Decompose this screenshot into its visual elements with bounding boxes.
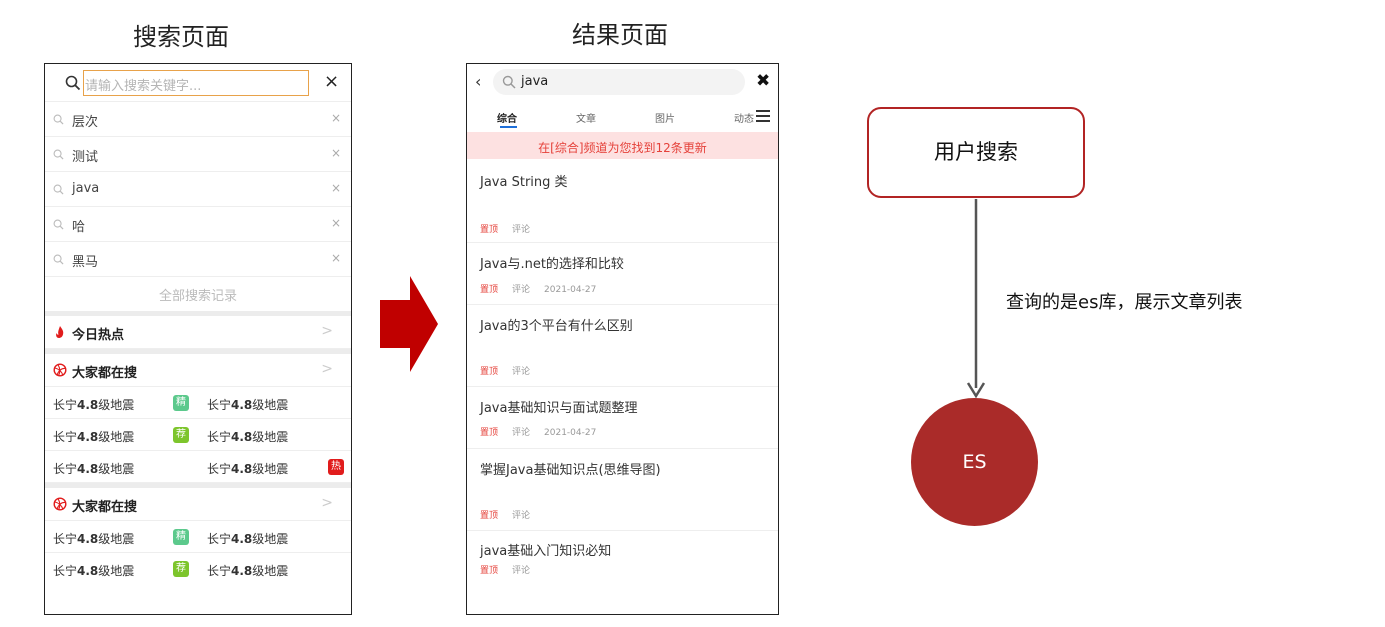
search-page-mockup: 请输入搜索关键字... × 层次 × 测试 × java × 哈 × 黑马 × (44, 63, 352, 615)
result-title: 掌握Java基础知识点(思维导图) (480, 463, 661, 478)
fire-icon (56, 326, 64, 338)
search-icon (53, 149, 64, 160)
result-meta: 置顶 评论 (480, 566, 531, 576)
delete-history-icon[interactable]: × (331, 181, 341, 195)
hot-search-row: 长宁4.8级地震 精 长宁4.8级地震 (45, 521, 351, 553)
delete-history-icon[interactable]: × (331, 111, 341, 125)
close-button[interactable]: ✖ (756, 71, 770, 91)
hot-search-item[interactable]: 长宁4.8级地震 (207, 396, 288, 413)
search-icon (53, 219, 64, 230)
jian-badge: 荐 (173, 561, 189, 577)
jian-badge: 荐 (173, 427, 189, 443)
tab-images[interactable]: 图片 (655, 110, 675, 125)
hot-search-item[interactable]: 长宁4.8级地震 (53, 428, 134, 445)
result-meta: 置顶 评论 (480, 367, 531, 377)
hot-search-item[interactable]: 长宁4.8级地震 (53, 460, 134, 477)
chevron-right-icon: > (321, 323, 333, 339)
hot-search-row: 长宁4.8级地震 荐 长宁4.8级地震 (45, 553, 351, 585)
history-text: java (72, 181, 100, 196)
result-meta: 置顶 评论 2021-04-27 (480, 428, 597, 438)
delete-history-icon[interactable]: × (331, 146, 341, 160)
tab-articles[interactable]: 文章 (576, 110, 596, 125)
history-item[interactable]: 层次 × (45, 102, 351, 137)
hot-search-item[interactable]: 长宁4.8级地震 (53, 562, 134, 579)
result-meta: 置顶 评论 2021-04-27 (480, 285, 597, 295)
result-page-mockup: ‹ java ✖ 综合 文章 图片 动态 在[综合]频道为您找到12条更新 Ja… (466, 63, 779, 615)
result-meta: 置顶 评论 (480, 511, 531, 521)
history-text: 层次 (72, 115, 99, 130)
update-banner: 在[综合]频道为您找到12条更新 (467, 132, 778, 159)
result-meta: 置顶 评论 (480, 225, 531, 235)
search-query: java (521, 74, 549, 89)
hot-search-item[interactable]: 长宁4.8级地震 (207, 428, 288, 445)
hot-search-row: 长宁4.8级地震 精 长宁4.8级地震 (45, 387, 351, 419)
history-item[interactable]: java × (45, 172, 351, 207)
chevron-right-icon: > (321, 495, 333, 511)
hot-search-row: 长宁4.8级地震 荐 长宁4.8级地震 (45, 419, 351, 451)
result-item[interactable]: 掌握Java基础知识点(思维导图) 置顶 评论 (467, 449, 778, 531)
history-text: 哈 (72, 220, 86, 235)
result-title: Java与.net的选择和比较 (480, 257, 624, 272)
history-item[interactable]: 哈 × (45, 207, 351, 242)
user-search-node: 用户搜索 (867, 107, 1085, 198)
search-bar: 请输入搜索关键字... × (45, 64, 351, 102)
hot-search-item[interactable]: 长宁4.8级地震 (53, 530, 134, 547)
hot-search-item[interactable]: 长宁4.8级地震 (207, 562, 288, 579)
result-search-bar: ‹ java ✖ (467, 64, 778, 100)
search-icon (53, 184, 64, 195)
everyone-searching-section[interactable]: 大家都在搜 > (45, 488, 351, 521)
query-label: 查询的是es库，展示文章列表 (1006, 292, 1243, 313)
jing-badge: 精 (173, 529, 189, 545)
history-text: 测试 (72, 150, 99, 165)
jing-badge: 精 (173, 395, 189, 411)
basketball-icon (53, 363, 67, 377)
search-icon (53, 114, 64, 125)
all-history-link[interactable]: 全部搜索记录 (45, 277, 351, 311)
history-text: 黑马 (72, 255, 99, 270)
result-title: Java String 类 (480, 175, 568, 190)
hot-search-item[interactable]: 长宁4.8级地震 (53, 396, 134, 413)
hot-search-row: 长宁4.8级地震 长宁4.8级地震 热 (45, 451, 351, 483)
menu-icon[interactable] (756, 110, 770, 122)
active-tab-indicator (500, 126, 517, 128)
result-title: Java基础知识与面试题整理 (480, 401, 638, 416)
result-item[interactable]: Java与.net的选择和比较 置顶 评论 2021-04-27 (467, 243, 778, 305)
result-item[interactable]: Java基础知识与面试题整理 置顶 评论 2021-04-27 (467, 387, 778, 449)
delete-history-icon[interactable]: × (331, 216, 341, 230)
close-button[interactable]: × (324, 71, 339, 92)
basketball-icon (53, 497, 67, 511)
hot-today-section[interactable]: 今日热点 > (45, 316, 351, 349)
chevron-right-icon: > (321, 361, 333, 377)
tab-bar: 综合 文章 图片 动态 (467, 100, 778, 132)
search-icon (53, 254, 64, 265)
result-item[interactable]: Java的3个平台有什么区别 置顶 评论 (467, 305, 778, 387)
tab-dynamics[interactable]: 动态 (734, 110, 754, 125)
result-item[interactable]: java基础入门知识必知 置顶 评论 (467, 531, 778, 591)
result-item[interactable]: Java String 类 置顶 评论 (467, 159, 778, 243)
section-title: 大家都在搜 (72, 366, 138, 381)
everyone-searching-section[interactable]: 大家都在搜 > (45, 354, 351, 387)
hot-search-item[interactable]: 长宁4.8级地震 (207, 460, 288, 477)
section-title: 大家都在搜 (72, 500, 138, 515)
search-input[interactable]: 请输入搜索关键字... (83, 70, 309, 96)
search-icon (502, 75, 516, 89)
tab-comprehensive[interactable]: 综合 (497, 110, 517, 125)
re-badge: 热 (328, 459, 344, 475)
result-title: java基础入门知识必知 (480, 544, 612, 559)
search-icon (65, 75, 81, 91)
hot-search-item[interactable]: 长宁4.8级地震 (207, 530, 288, 547)
result-title: Java的3个平台有什么区别 (480, 319, 633, 334)
history-item[interactable]: 黑马 × (45, 242, 351, 277)
es-node: ES (911, 398, 1038, 526)
history-item[interactable]: 测试 × (45, 137, 351, 172)
section-title: 今日热点 (72, 328, 125, 343)
search-page-title: 搜索页面 (133, 23, 229, 51)
result-page-title: 结果页面 (572, 21, 668, 49)
back-button[interactable]: ‹ (475, 72, 481, 91)
delete-history-icon[interactable]: × (331, 251, 341, 265)
arrow-right-icon (380, 276, 438, 372)
